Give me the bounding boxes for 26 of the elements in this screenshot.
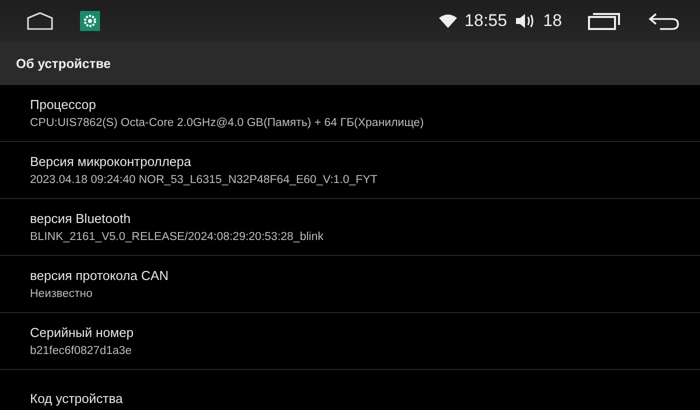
- info-title: Код устройства: [30, 390, 124, 406]
- info-value: BLINK_2161_V5.0_RELEASE/2024:08:29:20:53:28_blink: [30, 231, 324, 243]
- info-row[interactable]: версия протокола CAN Неизвестно: [0, 256, 700, 313]
- clock-time: 18:55: [464, 11, 508, 31]
- info-value: 2023.04.18 09:24:40 NOR_53_L6315_N32P48F64_E60_V:1.0_FYT: [30, 174, 378, 186]
- home-icon[interactable]: [26, 12, 54, 30]
- info-row[interactable]: Код устройства: [0, 370, 700, 410]
- settings-icon[interactable]: [80, 11, 100, 31]
- back-icon[interactable]: [648, 12, 680, 30]
- page-title: Об устройстве: [16, 56, 111, 71]
- volume-icon: [515, 12, 536, 30]
- recent-apps-icon[interactable]: [588, 12, 620, 30]
- info-row[interactable]: Процессор CPU:UIS7862(S) Octa-Core 2.0GHz@4.0 GB(Память) + 64 ГБ(Хранилище): [0, 85, 700, 142]
- wifi-icon: [438, 14, 457, 28]
- info-row[interactable]: версия Bluetooth BLINK_2161_V5.0_RELEASE/2024:08:29:20:53:28_blink: [0, 199, 700, 256]
- info-value: Неизвестно: [30, 288, 94, 300]
- info-title: Процессор: [30, 97, 97, 112]
- info-title: версия протокола CAN: [30, 268, 170, 283]
- info-value: b21fec6f0827d1a3e: [30, 345, 133, 357]
- info-title: версия Bluetooth: [30, 211, 132, 226]
- info-title: Серийный номер: [30, 325, 135, 340]
- info-row[interactable]: Версия микроконтроллера 2023.04.18 09:24:40 NOR_53_L6315_N32P48F64_E60_V:1.0_FYT: [0, 142, 700, 199]
- volume-level: 18: [543, 11, 562, 31]
- info-value: CPU:UIS7862(S) Octa-Core 2.0GHz@4.0 GB(Память) + 64 ГБ(Хранилище): [30, 117, 425, 129]
- info-title: Версия микроконтроллера: [30, 154, 192, 169]
- info-row[interactable]: Серийный номер b21fec6f0827d1a3e: [0, 313, 700, 370]
